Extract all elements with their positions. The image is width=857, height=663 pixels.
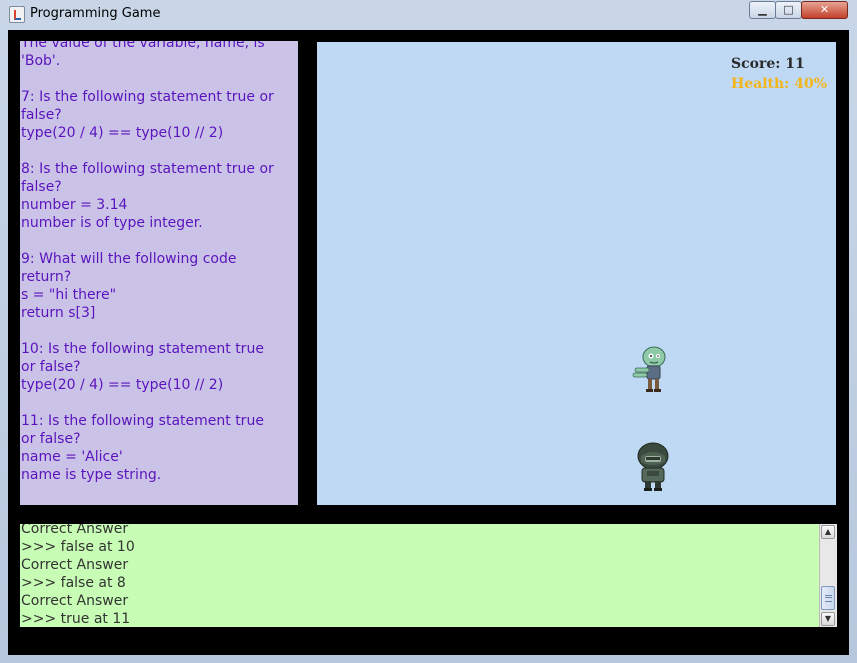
grip-icon	[825, 595, 832, 602]
score-label: Score: 11	[731, 56, 805, 72]
soldier-sprite	[637, 442, 669, 491]
console-text: Correct Answer >>> false at 10 Correct A…	[21, 524, 135, 627]
close-button[interactable]: ✕	[801, 1, 848, 19]
title-bar[interactable]: Programming Game ▁ □ ✕	[0, 0, 857, 28]
minimize-button[interactable]: ▁	[749, 1, 776, 19]
scroll-down-arrow-icon[interactable]: ▼	[821, 612, 835, 626]
console-output[interactable]: Correct Answer >>> false at 10 Correct A…	[20, 524, 837, 627]
health-label: Health: 40%	[731, 76, 827, 92]
questions-panel[interactable]: The value of the variable, name, is 'Bob…	[20, 41, 298, 505]
game-area[interactable]: Score: 11 Health: 40%	[317, 42, 836, 505]
java-cup-icon	[9, 6, 25, 23]
console-scrollbar[interactable]: ▲ ▼	[819, 524, 837, 627]
scroll-up-arrow-icon[interactable]: ▲	[821, 525, 835, 539]
maximize-button[interactable]: □	[775, 1, 802, 19]
window-title: Programming Game	[30, 6, 161, 21]
app-window: Programming Game ▁ □ ✕ The value of the …	[0, 0, 857, 663]
scrollbar-thumb[interactable]	[821, 586, 835, 610]
questions-text: The value of the variable, name, is 'Bob…	[21, 41, 274, 483]
zombie-sprite	[632, 346, 666, 392]
